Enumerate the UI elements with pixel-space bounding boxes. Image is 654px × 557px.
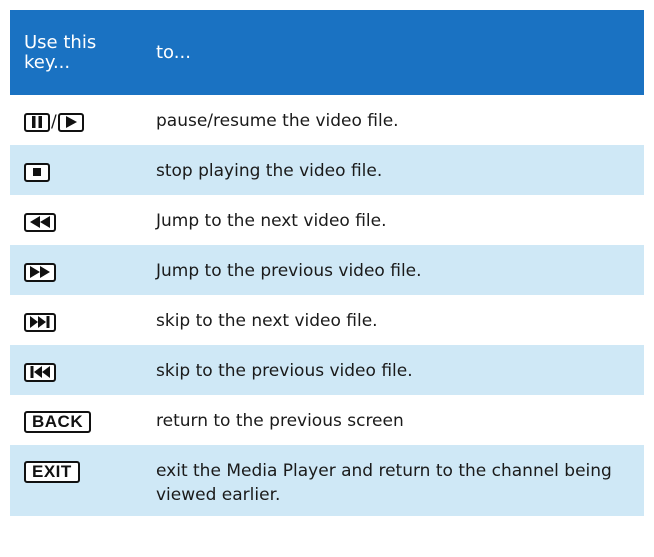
key-cell: / — [10, 109, 146, 134]
key-table: Use this key... to... / pause/resume the… — [10, 10, 644, 516]
fast-forward-icon — [24, 262, 56, 282]
action-cell: Jump to the previous video file. — [156, 261, 422, 281]
key-cell: BACK — [10, 409, 146, 434]
key-cell — [10, 309, 146, 334]
table-row: EXIT exit the Media Player and return to… — [10, 445, 644, 516]
action-cell: skip to the previous video file. — [156, 361, 413, 381]
table-header: Use this key... to... — [10, 10, 644, 95]
table-row: skip to the next video file. — [10, 295, 644, 345]
action-cell: pause/resume the video file. — [156, 111, 399, 131]
exit-key: EXIT — [24, 461, 80, 483]
table-row: Jump to the next video file. — [10, 195, 644, 245]
back-key: BACK — [24, 411, 92, 433]
table-row: / pause/resume the video file. — [10, 95, 644, 145]
key-cell — [10, 209, 146, 234]
table-row: stop playing the video file. — [10, 145, 644, 195]
action-cell: Jump to the next video file. — [156, 211, 387, 231]
table-row: BACK return to the previous screen — [10, 395, 644, 445]
header-action-column: to... — [156, 42, 191, 63]
play-icon — [57, 112, 84, 132]
action-cell: exit the Media Player and return to the … — [156, 461, 612, 505]
key-cell: EXIT — [10, 459, 146, 484]
skip-next-icon — [24, 312, 56, 332]
key-cell — [10, 359, 146, 384]
action-cell: skip to the next video file. — [156, 311, 378, 331]
skip-previous-icon — [24, 362, 56, 382]
table-row: skip to the previous video file. — [10, 345, 644, 395]
header-key-line1: Use this — [24, 31, 97, 53]
stop-icon — [24, 162, 50, 182]
key-cell — [10, 259, 146, 284]
header-key-column: Use this key... — [10, 31, 146, 73]
rewind-icon — [24, 212, 56, 232]
key-cell — [10, 159, 146, 184]
header-key-line2: key... — [24, 51, 71, 73]
pause-icon — [24, 112, 50, 132]
action-cell: return to the previous screen — [156, 411, 404, 431]
table-row: Jump to the previous video file. — [10, 245, 644, 295]
slash-separator: / — [51, 112, 57, 132]
action-cell: stop playing the video file. — [156, 161, 383, 181]
